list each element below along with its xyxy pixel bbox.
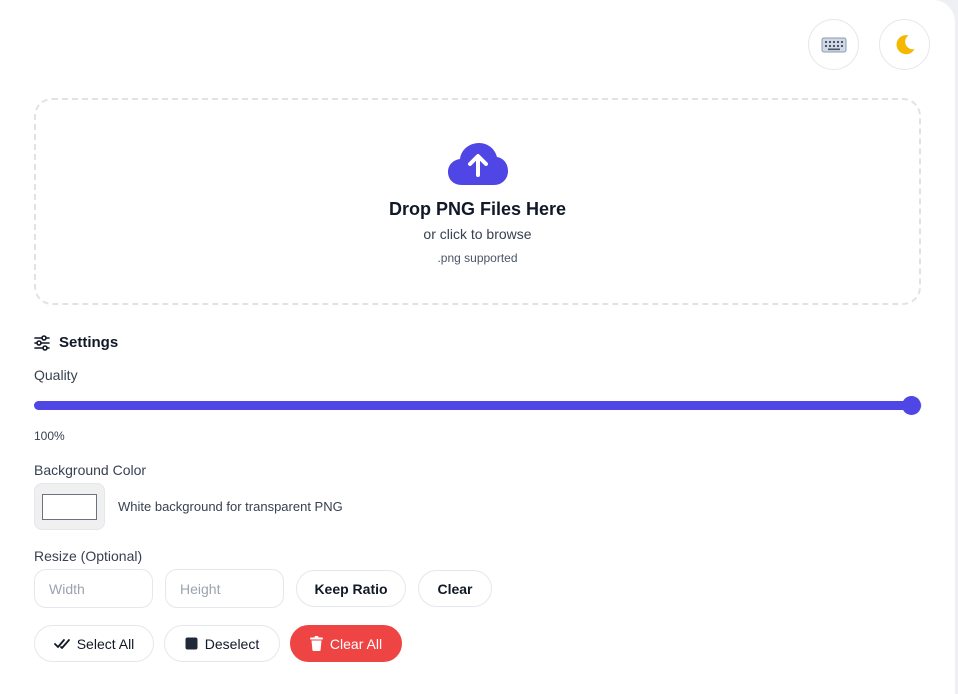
select-all-button[interactable]: Select All — [34, 625, 154, 662]
clear-resize-label: Clear — [437, 580, 473, 597]
dropzone-title: Drop PNG Files Here — [388, 199, 567, 219]
keep-ratio-button[interactable]: Keep Ratio — [296, 570, 406, 607]
slider-thumb[interactable] — [902, 396, 921, 415]
background-color-picker[interactable] — [34, 483, 105, 530]
height-input[interactable] — [165, 569, 284, 608]
dropzone-subtitle: or click to browse — [423, 226, 532, 242]
keyboard-icon — [821, 37, 846, 52]
clear-all-label: Clear All — [329, 635, 383, 652]
settings-title: Settings — [59, 334, 119, 351]
quality-slider[interactable] — [34, 396, 922, 416]
width-input[interactable] — [34, 569, 153, 608]
square-icon — [185, 637, 198, 650]
quality-value: 100% — [34, 429, 65, 443]
cloud-upload-icon — [448, 143, 508, 185]
background-color-label: Background Color — [34, 462, 147, 478]
file-dropzone[interactable]: Drop PNG Files Here or click to browse .… — [34, 98, 921, 305]
select-all-label: Select All — [76, 635, 135, 652]
background-color-note: White background for transparent PNG — [118, 499, 343, 514]
keep-ratio-label: Keep Ratio — [314, 580, 388, 597]
resize-label: Resize (Optional) — [34, 548, 143, 564]
clear-all-button[interactable]: Clear All — [290, 625, 402, 662]
settings-heading: Settings — [34, 334, 118, 351]
clear-resize-button[interactable]: Clear — [418, 570, 492, 607]
double-check-icon — [53, 638, 70, 649]
dropzone-note: .png supported — [437, 251, 518, 265]
theme-toggle-button[interactable] — [879, 19, 930, 70]
color-swatch — [42, 494, 97, 520]
trash-icon — [309, 636, 323, 651]
moon-icon — [896, 34, 914, 54]
deselect-label: Deselect — [204, 635, 260, 652]
deselect-button[interactable]: Deselect — [164, 625, 280, 662]
keyboard-shortcuts-button[interactable] — [808, 19, 859, 70]
sliders-icon — [34, 334, 50, 351]
slider-fill — [34, 401, 912, 410]
app-card: Drop PNG Files Here or click to browse .… — [0, 0, 955, 694]
quality-label: Quality — [34, 367, 78, 383]
